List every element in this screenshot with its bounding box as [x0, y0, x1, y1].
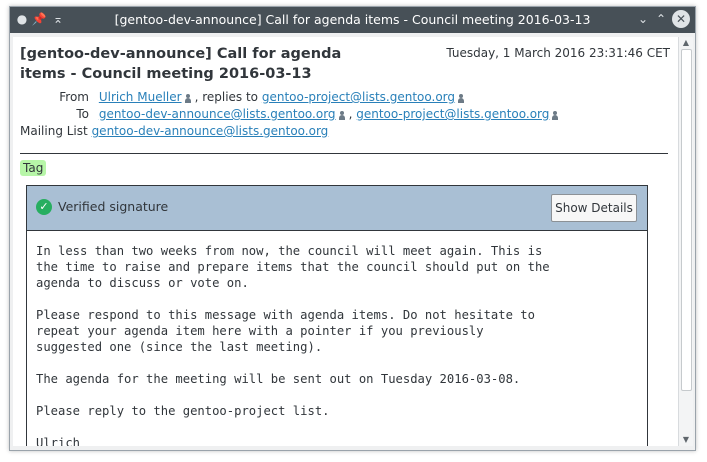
minimize-icon[interactable]: ⌄: [635, 11, 651, 27]
contact-icon[interactable]: [458, 93, 465, 103]
replies-to-link[interactable]: gentoo-project@lists.gentoo.org: [262, 90, 455, 104]
message-subject: [gentoo-dev-announce] Call for agenda it…: [20, 44, 380, 84]
mailing-list-row: Mailing List gentoo-dev-announce@lists.g…: [20, 124, 328, 138]
signed-message-frame: ✓ Verified signature Show Details In les…: [26, 185, 648, 446]
from-row: From Ulrich Mueller , replies to gentoo-p…: [20, 90, 468, 104]
signature-bar: ✓ Verified signature Show Details: [27, 186, 647, 231]
show-details-button[interactable]: Show Details: [551, 194, 637, 222]
from-link[interactable]: Ulrich Mueller: [99, 90, 182, 104]
body-paragraph: The agenda for the meeting will be sent …: [36, 372, 521, 386]
body-paragraph: Please reply to the gentoo-project list.: [36, 404, 330, 418]
to-row: To gentoo-dev-announce@lists.gentoo.org,…: [20, 107, 562, 121]
close-icon[interactable]: ✕: [672, 10, 690, 28]
scroll-up-icon[interactable]: ▲: [679, 37, 693, 49]
to-label: To: [76, 107, 89, 121]
subject-line-2: items - Council meeting 2016-03-13: [20, 66, 312, 82]
verified-check-icon: ✓: [36, 199, 52, 215]
scroll-down-icon[interactable]: ▼: [679, 434, 693, 446]
from-label: From: [59, 90, 89, 104]
subject-line-1: [gentoo-dev-announce] Call for agenda: [20, 46, 342, 62]
message-body: In less than two weeks from now, the cou…: [36, 243, 550, 446]
contact-icon[interactable]: [552, 110, 559, 120]
to-link-2[interactable]: gentoo-project@lists.gentoo.org: [356, 107, 549, 121]
header-divider: [20, 153, 668, 154]
body-paragraph: In less than two weeks from now, the cou…: [36, 244, 550, 290]
message-date: Tuesday, 1 March 2016 23:31:46 CET: [446, 46, 670, 60]
contact-icon[interactable]: [338, 110, 345, 120]
mailing-list-label: Mailing List: [20, 124, 88, 138]
tag-badge: Tag: [20, 160, 47, 176]
signature-status: Verified signature: [58, 199, 169, 214]
to-link-1[interactable]: gentoo-dev-announce@lists.gentoo.org: [99, 107, 336, 121]
window-title: [gentoo-dev-announce] Call for agenda it…: [114, 12, 591, 27]
body-signoff: Ulrich: [36, 436, 81, 446]
vertical-scrollbar[interactable]: ▲ ▼: [678, 37, 693, 446]
maximize-icon[interactable]: ⌃: [653, 11, 669, 27]
body-paragraph: Please respond to this message with agen…: [36, 308, 535, 354]
mailing-list-link[interactable]: gentoo-dev-announce@lists.gentoo.org: [92, 124, 329, 138]
title-bar[interactable]: ● 📌 ⌅ [gentoo-dev-announce] Call for age…: [10, 7, 695, 33]
contact-icon[interactable]: [184, 93, 191, 103]
replies-to-label: , replies to: [194, 90, 259, 104]
scrollbar-thumb[interactable]: [681, 49, 692, 391]
to-separator: ,: [348, 107, 353, 121]
message-viewer: [gentoo-dev-announce] Call for agenda it…: [13, 37, 678, 446]
message-window: ● 📌 ⌅ [gentoo-dev-announce] Call for age…: [9, 6, 696, 451]
